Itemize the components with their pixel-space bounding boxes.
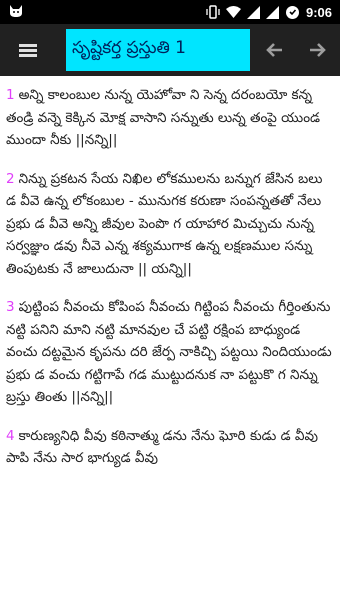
cat-notification-icon — [8, 4, 24, 21]
verse-text: నిన్ను ప్రకటన సేయ నిఖిల లోకములను బన్నుగ … — [6, 170, 323, 277]
wifi-icon — [225, 5, 241, 19]
menu-button[interactable] — [0, 24, 56, 76]
vibrate-icon — [206, 5, 220, 19]
status-bar-right: 9:06 — [206, 5, 332, 20]
navigation-arrows — [252, 24, 340, 76]
verse-text: అన్ని కాలంబుల నున్న యెహోవా ని సెన్న దరంబ… — [6, 87, 321, 148]
verse-1: 1 అన్ని కాలంబుల నున్న యెహోవా ని సెన్న దరం… — [6, 84, 334, 152]
verse-number: 1 — [6, 87, 15, 103]
verse-number: 2 — [6, 170, 15, 187]
status-bar: 9:06 — [0, 0, 340, 24]
battery-icon — [285, 5, 300, 20]
status-time: 9:06 — [305, 4, 332, 20]
verse-2: 2 నిన్ను ప్రకటన సేయ నిఖిల లోకములను బన్నుగ… — [6, 168, 334, 281]
hamburger-icon — [19, 42, 37, 59]
lyrics-content[interactable]: 1 అన్ని కాలంబుల నున్న యెహోవా ని సెన్న దరం… — [0, 76, 340, 606]
signal-icon — [246, 5, 260, 19]
arrow-left-icon — [266, 43, 282, 57]
next-button[interactable] — [296, 24, 340, 76]
verse-number: 4 — [6, 427, 15, 444]
arrow-right-icon — [310, 43, 326, 57]
verse-text: కారుణ్యనిధి వీవు కఠినాత్ము డను నేను ఘోరి… — [6, 427, 318, 467]
verse-number: 3 — [6, 299, 15, 315]
verse-3: 3 పుట్టింప నీవంచు కోపింప నీవంచు గిట్టింప … — [6, 296, 334, 409]
status-bar-left — [8, 4, 24, 21]
app-bar: సృష్టికర్త ప్రస్తుతి 1 — [0, 24, 340, 76]
song-title[interactable]: సృష్టికర్త ప్రస్తుతి 1 — [66, 29, 250, 71]
previous-button[interactable] — [252, 24, 296, 76]
verse-text: పుట్టింప నీవంచు కోపింప నీవంచు గిట్టింప న… — [6, 299, 332, 405]
signal-icon-2 — [265, 5, 279, 19]
verse-4: 4 కారుణ్యనిధి వీవు కఠినాత్ము డను నేను ఘోర… — [6, 425, 334, 470]
